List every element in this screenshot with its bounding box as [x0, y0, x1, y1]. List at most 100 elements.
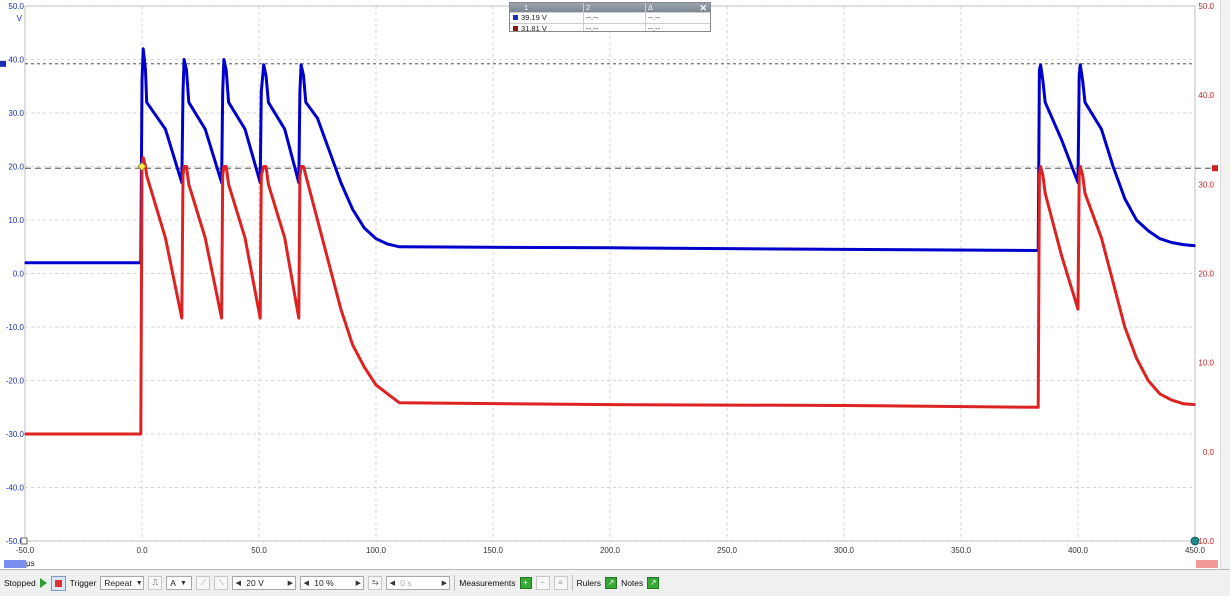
trace-b-point: [340, 308, 342, 311]
trace-a-point: [145, 101, 148, 104]
trace-b-point: [1078, 174, 1080, 177]
trigger-mode-dropdown[interactable]: Repeat ▼: [100, 576, 145, 590]
trace-b-point: [843, 404, 845, 407]
trace-a-point: [1100, 128, 1103, 130]
left-tick-label: -30.0: [6, 430, 25, 439]
threshold-stepper[interactable]: ◀ 20 V ▶: [232, 576, 297, 590]
increase-icon[interactable]: ▶: [353, 579, 363, 587]
trace-a-point: [305, 101, 307, 104]
falling-edge-icon[interactable]: ⟍: [214, 576, 229, 590]
x-tick-label: 350.0: [951, 546, 972, 555]
trace-a-point: [144, 69, 147, 71]
add-measurement-button[interactable]: +: [519, 577, 532, 589]
left-corner-marker[interactable]: [20, 537, 28, 545]
trace-b-point: [140, 433, 142, 435]
trigger-edge-icon[interactable]: ⎍: [148, 576, 163, 590]
trace-b-point: [1170, 399, 1173, 401]
trace-a-point: [1079, 64, 1082, 66]
column-1-header: 1: [524, 3, 529, 12]
left-tick-label: 50.0: [8, 2, 24, 11]
decrease-icon[interactable]: ◀: [301, 579, 311, 587]
vertical-scrollbar[interactable]: [1220, 0, 1230, 569]
x-tick-label: -50.0: [16, 546, 35, 555]
trace-b-point: [185, 165, 188, 168]
trace-a-point: [1147, 229, 1149, 232]
left-tick-label: 40.0: [8, 56, 24, 65]
trace-a-point: [1044, 101, 1046, 104]
trace-b-point: [1042, 174, 1044, 177]
trace-a-point: [1159, 237, 1161, 240]
trace-a-point: [262, 64, 265, 66]
trace-a-point: [351, 208, 354, 211]
trace-a-point: [142, 48, 144, 50]
trace-b-point: [164, 237, 167, 239]
trace-a-point: [363, 227, 366, 229]
trace-b-point: [227, 183, 230, 186]
x-tick-label: 200.0: [600, 546, 621, 555]
row-b-value-2: --.--: [586, 24, 599, 33]
right-tick-label: 50.0: [1198, 2, 1214, 11]
trace-b-point: [300, 165, 302, 168]
trigger-source-dropdown[interactable]: A ▼: [166, 576, 193, 590]
left-tick-label: -40.0: [6, 484, 25, 493]
trace-b-point: [1044, 192, 1046, 195]
play-icon[interactable]: [39, 578, 47, 588]
trace-a-point: [265, 74, 267, 77]
trace-b-point: [220, 317, 223, 319]
trace-a-point: [1124, 197, 1126, 200]
trace-b-point: [328, 263, 331, 266]
ruler-handle-channel-a[interactable]: [0, 60, 6, 67]
right-axis-scale-tag[interactable]: [1196, 560, 1218, 568]
trace-b-point: [188, 183, 190, 186]
trace-b-point: [316, 219, 319, 221]
stop-icon: [54, 579, 62, 587]
trace-b-point: [1039, 165, 1042, 168]
ruler-handle-channel-b[interactable]: [1212, 165, 1218, 172]
measurement-row-a: 39.19 V --.-- --.--: [510, 12, 710, 23]
trace-a-point: [328, 149, 331, 152]
rulers-button[interactable]: ↗: [605, 577, 618, 589]
trace-a-point: [24, 262, 26, 264]
trace-a-point: [183, 58, 185, 61]
trace-b-point: [1124, 326, 1126, 328]
stop-button[interactable]: [50, 575, 66, 591]
trace-a-point: [244, 128, 246, 130]
left-axis-scale-tag[interactable]: [4, 560, 26, 568]
trace-b-point: [1038, 174, 1041, 177]
left-tick-label: 0.0: [13, 270, 25, 279]
left-tick-label: -20.0: [6, 377, 25, 386]
trigger-source-value: A: [170, 578, 176, 588]
trace-a-point: [1112, 165, 1114, 168]
notes-button[interactable]: ↗: [647, 577, 660, 589]
trace-b-point: [265, 165, 267, 168]
left-tick-label: 10.0: [8, 216, 24, 225]
pretrigger-stepper[interactable]: ◀ 10 % ▶: [300, 576, 365, 590]
left-tick-label: 30.0: [8, 109, 24, 118]
increase-icon[interactable]: ▶: [285, 579, 295, 587]
increase-icon[interactable]: ▶: [439, 579, 449, 587]
delay-icon[interactable]: ⥱: [368, 576, 383, 590]
trace-b-point: [181, 317, 183, 319]
right-corner-marker[interactable]: [1190, 536, 1200, 546]
rising-edge-icon[interactable]: ⟋: [196, 576, 211, 590]
row-b-value-1: 31.81 V: [521, 24, 547, 33]
trace-a-point: [1084, 101, 1086, 104]
trace-a-point: [267, 101, 270, 104]
trace-a-point: [185, 69, 188, 71]
trace-a-point: [302, 74, 305, 77]
measurements-table[interactable]: 1 2 Δ ✕ 39.19 V --.-- --.-- 31.81 V --.-…: [509, 2, 711, 33]
trace-a-point: [375, 237, 377, 240]
delay-stepper[interactable]: ◀ 0 s ▶: [386, 576, 451, 590]
decrease-icon[interactable]: ◀: [233, 579, 243, 587]
trace-b-point: [305, 174, 307, 177]
trace-b-point: [259, 317, 262, 319]
trace-b-point: [1077, 308, 1079, 311]
trace-a-point: [204, 128, 206, 130]
trace-b-point: [351, 344, 354, 346]
edit-measurement-button[interactable]: ≡: [553, 576, 568, 590]
decrease-icon[interactable]: ◀: [387, 579, 397, 587]
trace-a-point: [1060, 139, 1063, 141]
chevron-down-icon: ▼: [135, 579, 143, 587]
remove-measurement-button[interactable]: −: [535, 576, 550, 590]
trace-a-point: [299, 90, 301, 93]
